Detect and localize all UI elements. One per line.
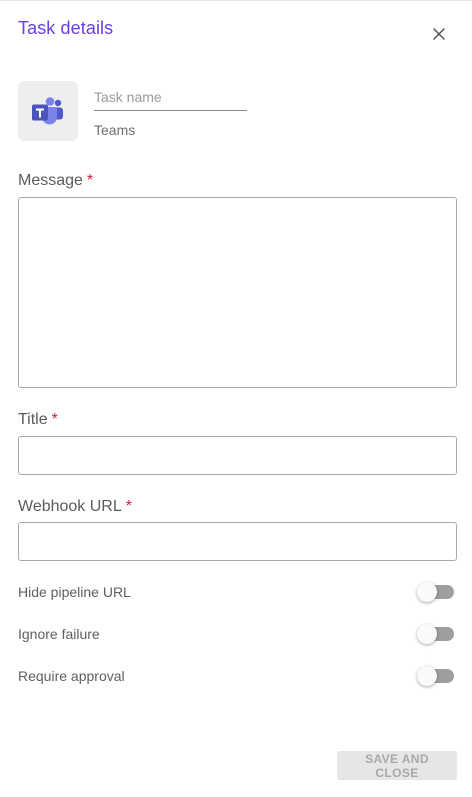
app-name-label: Teams bbox=[94, 122, 136, 138]
close-icon bbox=[433, 28, 445, 40]
ignore-failure-label: Ignore failure bbox=[18, 626, 100, 642]
ignore-failure-toggle[interactable] bbox=[417, 624, 454, 644]
message-label-text: Message bbox=[18, 172, 83, 189]
toggle-thumb bbox=[417, 582, 437, 602]
message-textarea[interactable] bbox=[18, 197, 457, 388]
title-label: Title * bbox=[18, 411, 58, 429]
webhook-url-input[interactable] bbox=[18, 522, 457, 561]
webhook-url-label: Webhook URL * bbox=[18, 498, 132, 516]
app-icon-tile bbox=[18, 81, 78, 141]
require-approval-label: Require approval bbox=[18, 668, 125, 684]
hide-pipeline-url-toggle[interactable] bbox=[417, 582, 454, 602]
task-details-panel: Task details Teams Message* Title* Webho… bbox=[0, 0, 472, 797]
close-button[interactable] bbox=[428, 23, 450, 45]
title-label-text: Title bbox=[18, 411, 48, 428]
microsoft-teams-icon bbox=[32, 97, 63, 125]
task-name-input[interactable] bbox=[94, 85, 247, 111]
require-approval-toggle[interactable] bbox=[417, 666, 454, 686]
toggle-thumb bbox=[417, 624, 437, 644]
message-label: Message * bbox=[18, 172, 93, 190]
required-asterisk: * bbox=[125, 498, 132, 515]
panel-title: Task details bbox=[18, 18, 114, 38]
required-asterisk: * bbox=[86, 172, 94, 189]
save-and-close-button[interactable]: SAVE AND CLOSE bbox=[337, 751, 457, 780]
webhook-url-label-text: Webhook URL bbox=[18, 498, 122, 515]
required-asterisk: * bbox=[51, 411, 58, 428]
hide-pipeline-url-label: Hide pipeline URL bbox=[18, 584, 131, 600]
title-input[interactable] bbox=[18, 436, 457, 475]
toggle-thumb bbox=[417, 666, 437, 686]
